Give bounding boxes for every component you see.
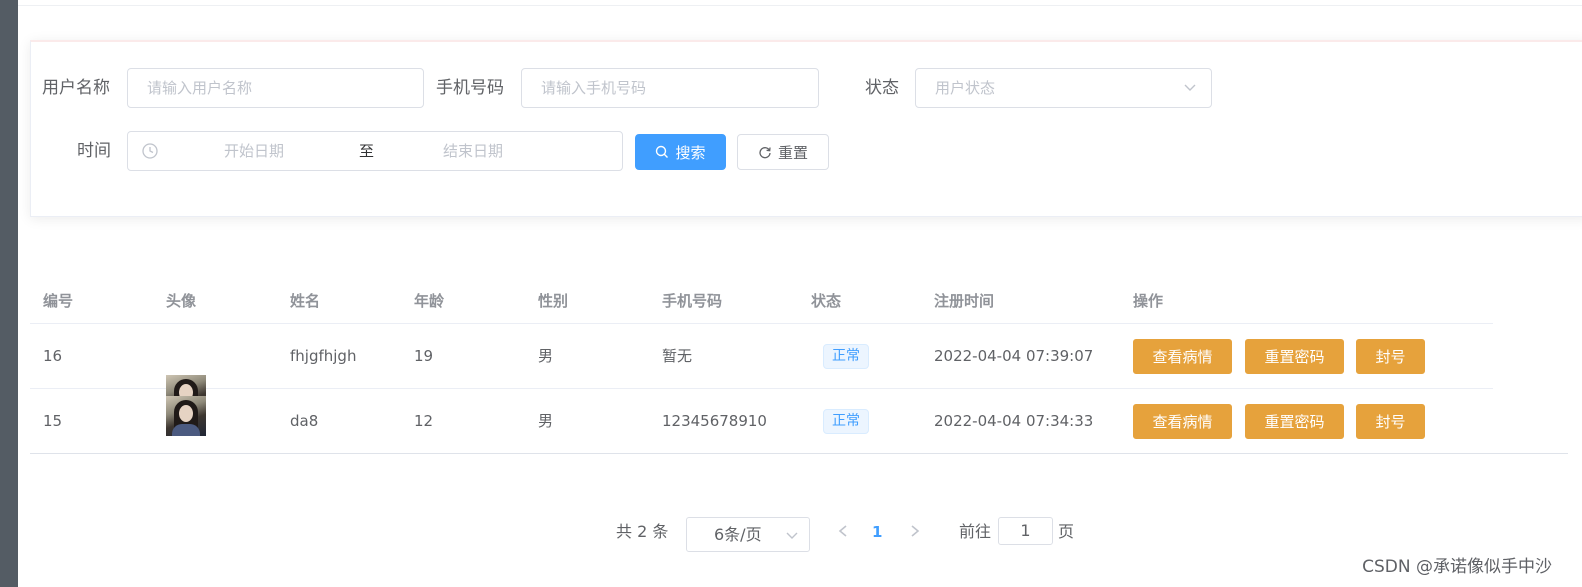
clock-icon — [142, 143, 158, 159]
ban-account-label: 封号 — [1375, 348, 1406, 366]
view-condition-button[interactable]: 查看病情 — [1133, 404, 1232, 439]
range-separator: 至 — [359, 142, 375, 160]
cell-id: 16 — [43, 347, 63, 365]
view-condition-button[interactable]: 查看病情 — [1133, 339, 1232, 374]
cell-name: fhjgfhjgh — [290, 347, 357, 365]
table-header: 编号 头像 姓名 年龄 性别 手机号码 状态 注册时间 操作 — [30, 280, 1493, 324]
search-button[interactable]: 搜索 — [635, 134, 726, 170]
table-row: 16 fhjgfhjgh 19 男 暂无 正常 2022-04-04 07:39… — [30, 324, 1493, 415]
status-badge: 正常 — [823, 344, 869, 369]
page-size-value: 6条/页 — [714, 525, 762, 544]
cell-phone: 12345678910 — [662, 412, 767, 430]
cell-registered: 2022-04-04 07:34:33 — [934, 412, 1094, 430]
goto-page-value: 1 — [1020, 521, 1031, 540]
goto-page-input[interactable]: 1 — [998, 517, 1053, 545]
column-header-status: 状态 — [811, 292, 842, 310]
username-label: 用户名称 — [42, 78, 110, 98]
sidebar-edge — [0, 0, 18, 587]
cell-age: 19 — [414, 347, 434, 365]
column-header-gender: 性别 — [538, 292, 569, 310]
column-header-name: 姓名 — [290, 292, 321, 310]
ban-account-button[interactable]: 封号 — [1356, 339, 1425, 374]
table-row: 15 da8 12 男 12345678910 正常 2022-04-04 07… — [30, 389, 1568, 454]
column-header-id: 编号 — [43, 292, 74, 310]
prev-page-icon[interactable] — [834, 521, 852, 541]
status-badge: 正常 — [823, 409, 869, 434]
reset-password-button[interactable]: 重置密码 — [1245, 339, 1344, 374]
cell-registered: 2022-04-04 07:39:07 — [934, 347, 1094, 365]
search-button-label: 搜索 — [675, 143, 706, 162]
next-page-icon[interactable] — [906, 521, 924, 541]
cell-id: 15 — [43, 412, 63, 430]
page-size-select[interactable]: 6条/页 — [686, 517, 810, 552]
username-placeholder: 请输入用户名称 — [147, 79, 253, 97]
column-header-phone: 手机号码 — [662, 292, 723, 310]
chevron-down-icon — [786, 532, 798, 539]
phone-placeholder: 请输入手机号码 — [541, 79, 647, 97]
refresh-icon — [759, 147, 771, 159]
status-placeholder: 用户状态 — [935, 79, 996, 97]
pagination-current-page[interactable]: 1 — [872, 517, 882, 552]
phone-input[interactable]: 请输入手机号码 — [521, 68, 819, 108]
reset-button-label: 重置 — [777, 143, 808, 162]
time-label: 时间 — [77, 141, 111, 161]
start-date-placeholder[interactable]: 开始日期 — [224, 132, 284, 170]
reset-button[interactable]: 重置 — [737, 134, 829, 170]
reset-password-button[interactable]: 重置密码 — [1245, 404, 1344, 439]
reset-password-label: 重置密码 — [1264, 348, 1325, 366]
cell-age: 12 — [414, 412, 434, 430]
column-header-avatar: 头像 — [166, 292, 197, 310]
pagination-goto-label: 前往 — [959, 522, 992, 541]
view-condition-label: 查看病情 — [1152, 413, 1213, 431]
cell-phone: 暂无 — [662, 347, 693, 365]
column-header-actions: 操作 — [1133, 292, 1164, 310]
status-select[interactable]: 用户状态 — [915, 68, 1212, 108]
chevron-down-icon — [1184, 84, 1196, 91]
view-condition-label: 查看病情 — [1152, 348, 1213, 366]
date-range-picker[interactable]: 开始日期 至 结束日期 — [127, 131, 623, 171]
column-header-age: 年龄 — [414, 292, 445, 310]
avatar — [166, 396, 206, 436]
cell-gender: 男 — [538, 347, 554, 365]
phone-label: 手机号码 — [436, 78, 504, 98]
pagination-total: 共 2 条 — [616, 522, 669, 541]
column-header-registered: 注册时间 — [934, 292, 995, 310]
username-input[interactable]: 请输入用户名称 — [127, 68, 424, 108]
status-label: 状态 — [865, 78, 899, 98]
reset-password-label: 重置密码 — [1264, 413, 1325, 431]
end-date-placeholder[interactable]: 结束日期 — [443, 132, 503, 170]
ban-account-button[interactable]: 封号 — [1356, 404, 1425, 439]
pagination-page-unit: 页 — [1058, 522, 1075, 541]
cell-name: da8 — [290, 412, 319, 430]
cell-gender: 男 — [538, 412, 554, 430]
header-divider — [18, 5, 1582, 6]
watermark: CSDN @承诺像似手中沙 — [1362, 557, 1552, 577]
search-icon — [656, 145, 669, 158]
search-form-card: 用户名称 请输入用户名称 手机号码 请输入手机号码 状态 用户状态 时间 开始日… — [30, 40, 1582, 217]
ban-account-label: 封号 — [1375, 413, 1406, 431]
user-table: 编号 头像 姓名 年龄 性别 手机号码 状态 注册时间 操作 16 fhjgfh… — [30, 280, 1568, 454]
